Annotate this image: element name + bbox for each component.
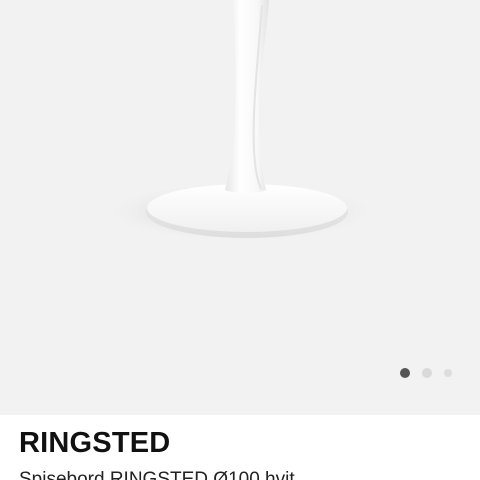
product-info: RINGSTED Spisebord RINGSTED Ø100 hvit [0,415,480,480]
product-name: RINGSTED [19,427,171,459]
carousel-dots [400,368,452,378]
product-description: Spisebord RINGSTED Ø100 hvit [19,469,295,480]
carousel-dot-3[interactable] [444,369,452,377]
product-page: RINGSTED Spisebord RINGSTED Ø100 hvit [0,0,480,480]
carousel-dot-2[interactable] [422,368,432,378]
product-image-table-base[interactable] [0,0,480,415]
product-image-gallery[interactable] [0,0,480,415]
carousel-dot-1[interactable] [400,368,410,378]
